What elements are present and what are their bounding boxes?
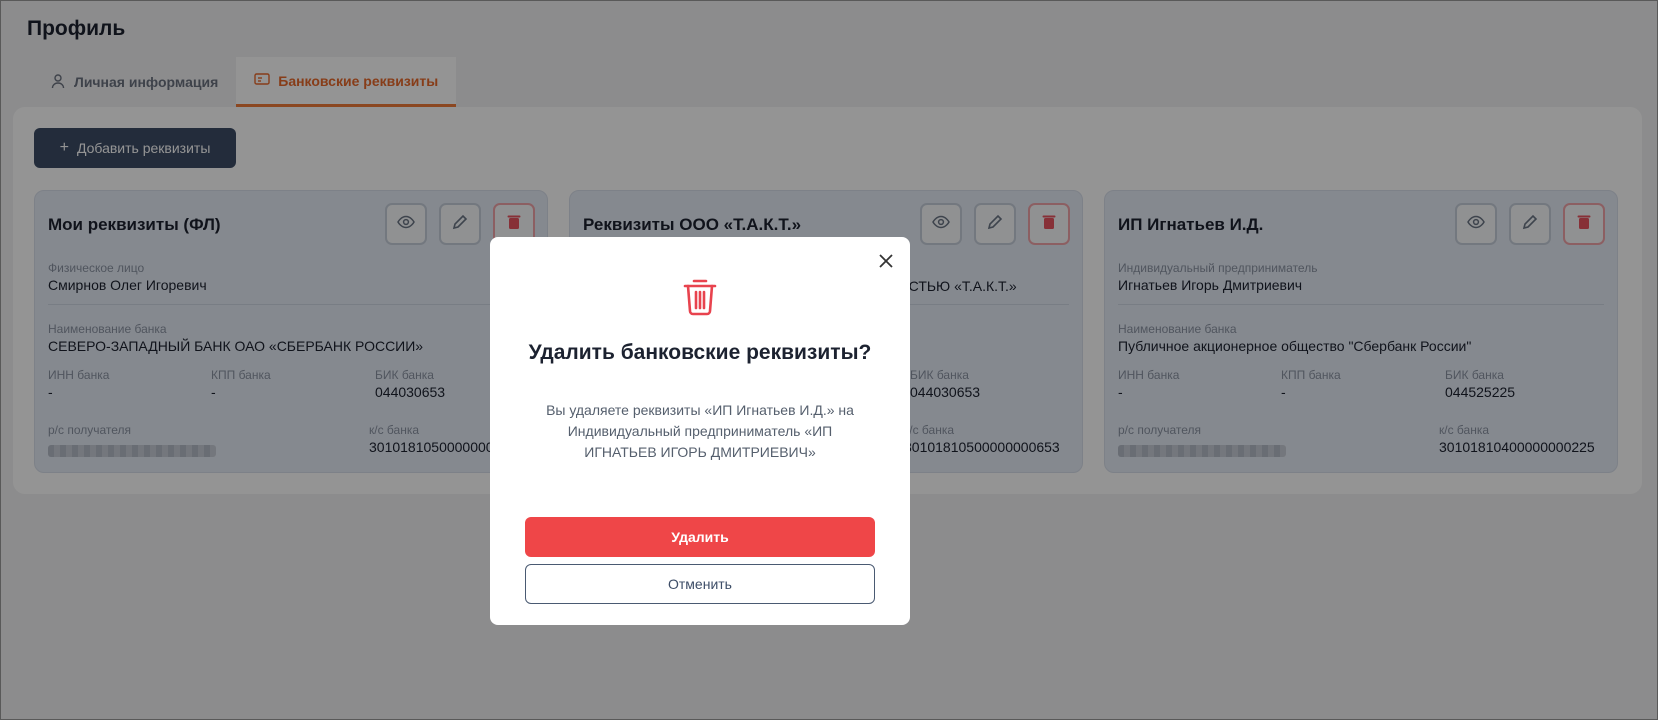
delete-confirm-button[interactable]: Удалить [525, 517, 875, 557]
cancel-button[interactable]: Отменить [525, 564, 875, 604]
dialog-title: Удалить банковские реквизиты? [528, 341, 872, 364]
trash-icon [679, 275, 721, 317]
dialog-message: Вы удаляете реквизиты «ИП Игнатьев И.Д.»… [546, 402, 854, 460]
close-icon[interactable] [874, 249, 898, 273]
delete-confirm-dialog: Удалить банковские реквизиты? Вы удаляет… [490, 237, 910, 625]
